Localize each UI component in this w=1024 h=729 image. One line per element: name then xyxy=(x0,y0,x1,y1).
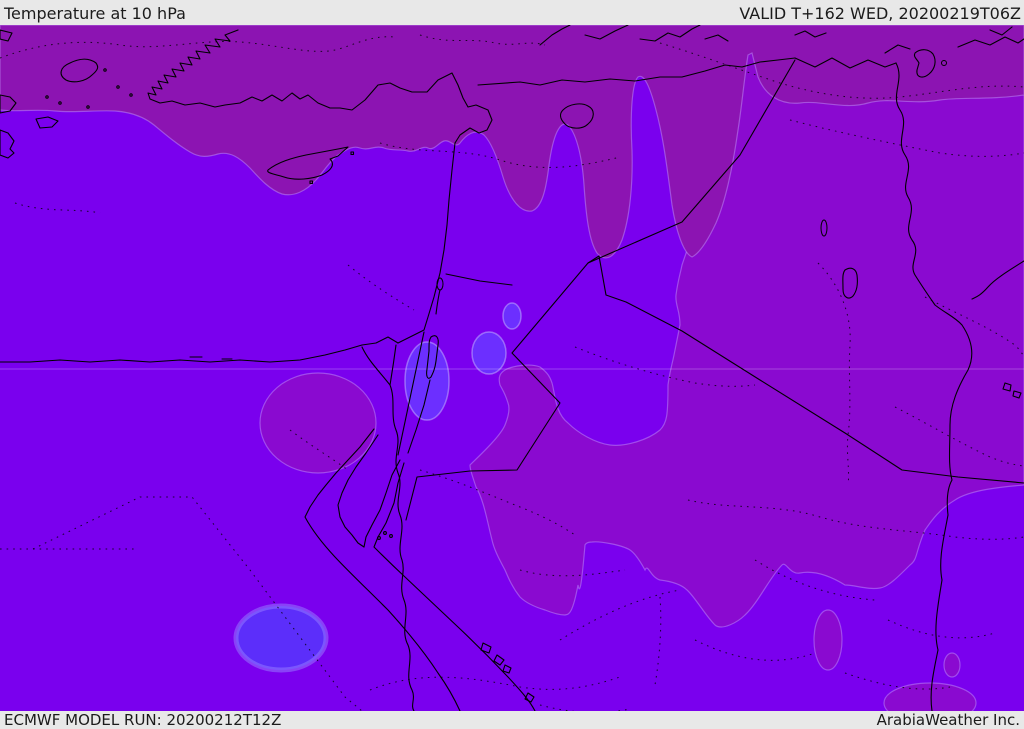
temp-band-dark-blob-1 xyxy=(813,609,843,671)
model-run-label: ECMWF MODEL RUN: 20200212T12Z xyxy=(4,711,282,729)
credit-label: ArabiaWeather Inc. xyxy=(876,711,1020,729)
temp-band-dark-blob-2 xyxy=(943,652,961,678)
forecast-map xyxy=(0,25,1024,711)
footer-bar: ECMWF MODEL RUN: 20200212T12Z ArabiaWeat… xyxy=(0,711,1024,729)
temp-band-dark-lobe-delta xyxy=(259,372,377,474)
temp-band-blue-spot xyxy=(233,603,329,673)
map-canvas xyxy=(0,25,1024,711)
weather-map-screen: Temperature at 10 hPa VALID T+162 WED, 2… xyxy=(0,0,1024,729)
map-title: Temperature at 10 hPa xyxy=(4,4,186,23)
valid-time-label: VALID T+162 WED, 20200219T06Z xyxy=(739,4,1021,23)
header-bar: Temperature at 10 hPa VALID T+162 WED, 2… xyxy=(0,0,1024,25)
